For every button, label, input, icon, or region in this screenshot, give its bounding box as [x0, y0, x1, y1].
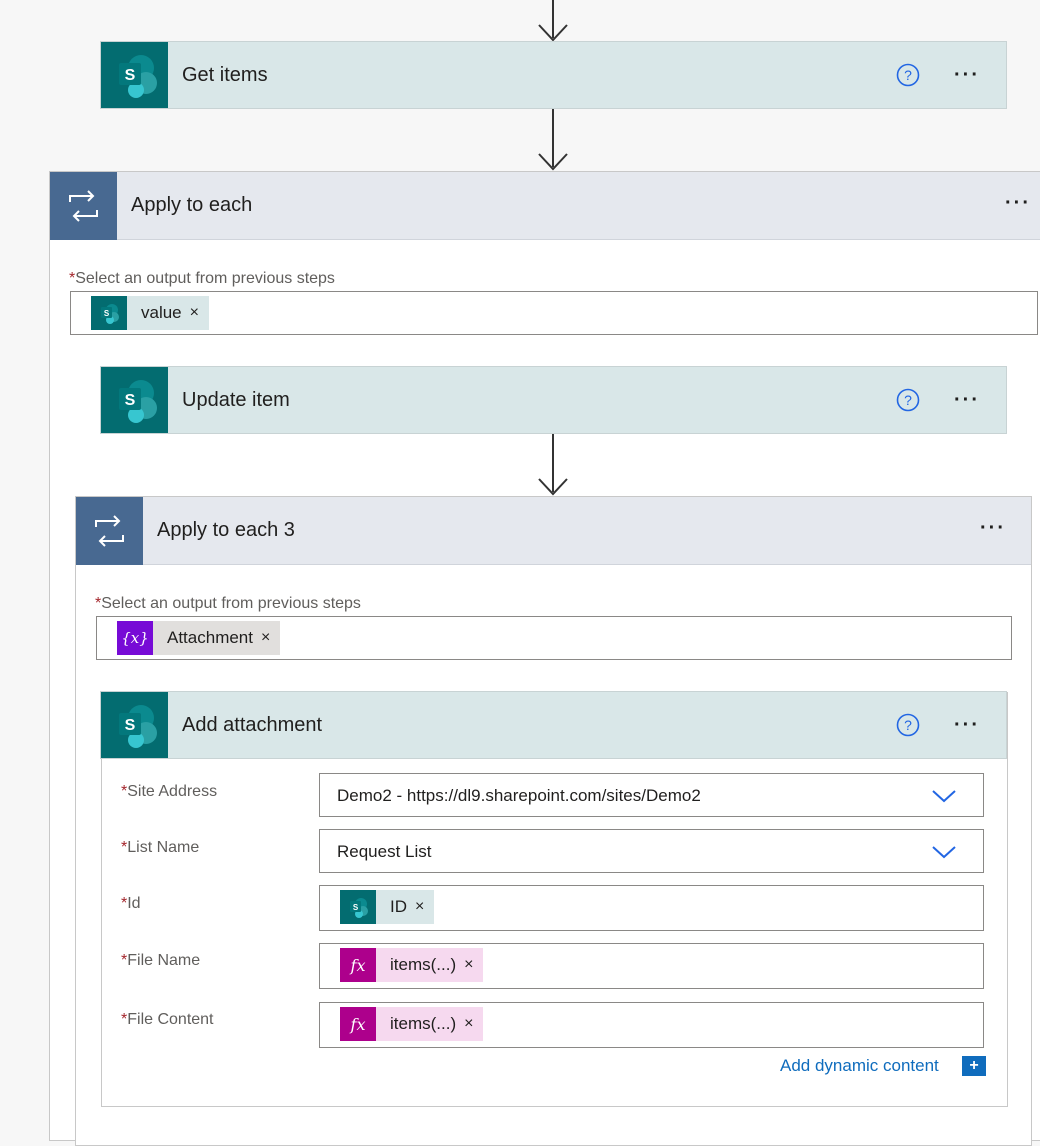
site-address-label: *Site Address — [121, 783, 218, 800]
remove-token-icon[interactable]: × — [464, 1015, 483, 1033]
more-options-icon[interactable]: ··· — [1005, 192, 1031, 215]
list-name-label: *List Name — [121, 839, 200, 856]
connector-arrow — [536, 434, 570, 496]
add-dynamic-content-link[interactable]: Add dynamic content — [780, 1056, 939, 1076]
svg-text:?: ? — [904, 717, 912, 733]
token-label: Attachment — [167, 628, 253, 647]
token-label: ID — [390, 897, 407, 916]
site-address-dropdown[interactable]: Demo2 - https://dl9.sharepoint.com/sites… — [319, 773, 984, 817]
chevron-down-icon[interactable] — [931, 844, 957, 865]
help-icon[interactable]: ? — [896, 388, 920, 412]
file-content-label: *File Content — [121, 1011, 214, 1028]
more-options-icon[interactable]: ··· — [980, 517, 1006, 540]
remove-token-icon[interactable]: × — [415, 898, 434, 916]
apply-to-each-header[interactable]: Apply to each ··· — [50, 172, 1040, 240]
token-label: items(...) — [390, 1014, 457, 1033]
more-options-icon[interactable]: ··· — [954, 389, 980, 412]
svg-text:S: S — [125, 392, 136, 409]
update-item-card[interactable]: S Update item ? ··· — [100, 366, 1007, 434]
more-options-icon[interactable]: ··· — [954, 64, 980, 87]
function-icon: fx — [340, 948, 376, 982]
attachment-token[interactable]: {x} Attachment × — [117, 621, 281, 655]
variable-icon: {x} — [117, 621, 153, 655]
sharepoint-icon: S — [101, 367, 168, 433]
chevron-down-icon[interactable] — [931, 788, 957, 809]
token-label: items(...) — [390, 955, 457, 974]
token-label: value — [141, 303, 182, 322]
expression-token[interactable]: fx items(...) × — [340, 1007, 484, 1041]
remove-token-icon[interactable]: × — [464, 956, 483, 974]
list-name-dropdown[interactable]: Request List — [319, 829, 984, 873]
output-label: *Select an output from previous steps — [95, 595, 361, 612]
value-token[interactable]: S value × — [91, 296, 209, 330]
field-value: Request List — [337, 842, 432, 861]
expression-token[interactable]: fx items(...) × — [340, 948, 484, 982]
sharepoint-icon: S — [91, 296, 127, 330]
get-items-card[interactable]: S Get items ? ··· — [100, 41, 1007, 109]
function-icon: fx — [340, 1007, 376, 1041]
help-icon[interactable]: ? — [896, 713, 920, 737]
file-content-field[interactable]: fx items(...) × — [319, 1002, 984, 1048]
card-title: Add attachment — [182, 714, 323, 736]
help-icon[interactable]: ? — [896, 63, 920, 87]
field-value: Demo2 - https://dl9.sharepoint.com/sites… — [337, 786, 701, 805]
file-name-label: *File Name — [121, 952, 201, 969]
id-field[interactable]: S ID × — [319, 885, 984, 931]
svg-text:?: ? — [904, 67, 912, 83]
output-field[interactable]: {x} Attachment × — [96, 616, 1012, 660]
svg-text:S: S — [353, 903, 359, 912]
remove-token-icon[interactable]: × — [190, 304, 209, 322]
loop-title: Apply to each 3 — [157, 519, 295, 541]
svg-text:S: S — [125, 67, 136, 84]
id-token[interactable]: S ID × — [340, 890, 435, 924]
output-label: *Select an output from previous steps — [69, 270, 335, 287]
more-options-icon[interactable]: ··· — [954, 714, 980, 737]
svg-text:S: S — [104, 309, 110, 318]
apply-to-each-3-container: Apply to each 3 ··· *Select an output fr… — [75, 496, 1032, 1146]
sharepoint-icon: S — [101, 692, 168, 758]
svg-text:?: ? — [904, 392, 912, 408]
loop-icon — [76, 497, 143, 565]
svg-text:S: S — [125, 717, 136, 734]
id-label: *Id — [121, 895, 141, 912]
sharepoint-icon: S — [101, 42, 168, 108]
file-name-field[interactable]: fx items(...) × — [319, 943, 984, 989]
card-title: Get items — [182, 64, 268, 86]
connector-arrow — [536, 0, 570, 42]
loop-title: Apply to each — [131, 194, 253, 216]
apply-to-each-3-header[interactable]: Apply to each 3 ··· — [76, 497, 1031, 565]
remove-token-icon[interactable]: × — [261, 629, 280, 647]
loop-icon — [50, 172, 117, 240]
add-dynamic-content-icon[interactable]: + — [962, 1056, 986, 1076]
card-title: Update item — [182, 389, 290, 411]
sharepoint-icon: S — [340, 890, 376, 924]
add-attachment-card[interactable]: S Add attachment ? ··· — [100, 691, 1007, 759]
connector-arrow — [536, 109, 570, 171]
output-field[interactable]: S value × — [70, 291, 1038, 335]
